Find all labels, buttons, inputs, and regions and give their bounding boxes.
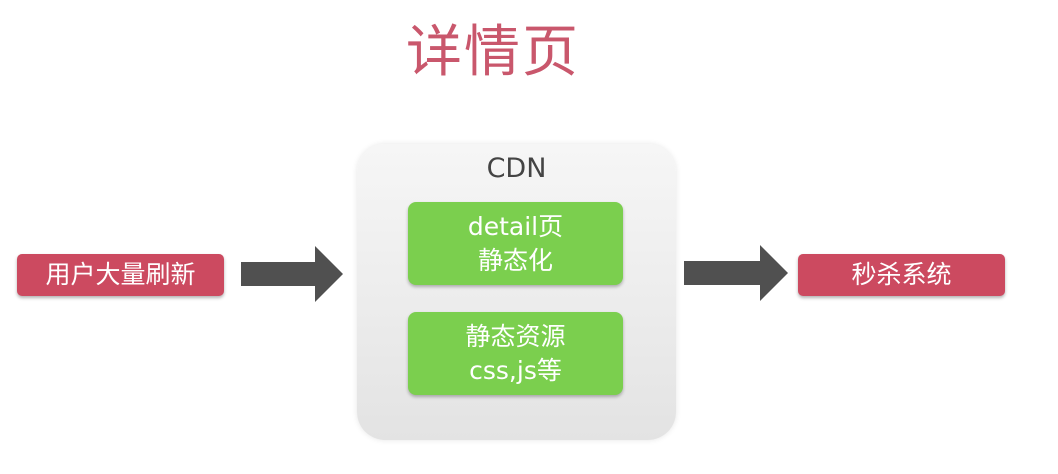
page-title: 详情页	[406, 20, 580, 85]
seckill-system-box: 秒杀系统	[798, 254, 1005, 296]
user-refresh-box: 用户大量刷新	[17, 254, 224, 296]
detail-static-box: detail页 静态化	[408, 202, 623, 285]
cdn-container: CDN detail页 静态化 静态资源 css,js等	[357, 144, 676, 440]
arrow-right-icon	[241, 246, 343, 302]
cdn-label: CDN	[486, 153, 547, 184]
detail-static-line2: 静态化	[477, 245, 553, 275]
arrow-right-icon	[684, 245, 788, 301]
static-resources-line1: 静态资源	[465, 321, 566, 351]
detail-static-line1: detail页	[467, 211, 564, 241]
static-resources-line2: css,js等	[469, 355, 562, 385]
static-resources-box: 静态资源 css,js等	[408, 312, 623, 395]
